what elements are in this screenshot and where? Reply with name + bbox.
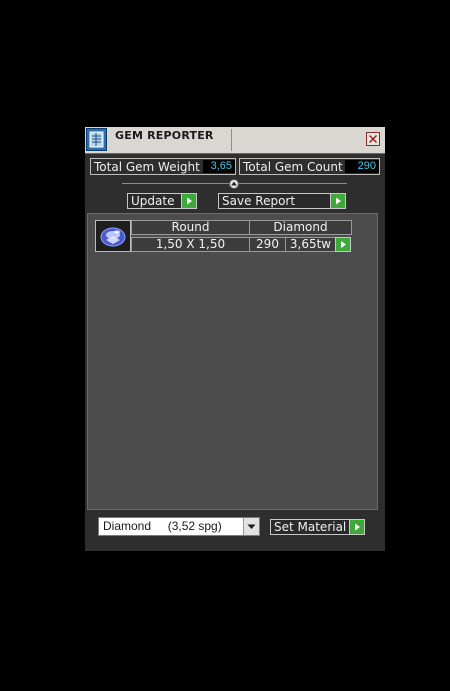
play-arrow-icon [181,194,196,208]
app-icon [86,128,107,151]
material-select-value: Diamond (3,52 spg) [103,519,222,533]
close-icon[interactable] [366,132,380,146]
update-button-label: Update [131,194,175,208]
gem-list[interactable] [87,213,378,510]
title-bar[interactable]: GEM REPORTER [85,127,385,154]
gem-size-cell: 1,50 X 1,50 [131,237,250,252]
title-divider [231,129,232,151]
gem-weight-cell: 3,65tw [285,237,336,252]
gem-row-select-button[interactable] [335,237,351,252]
set-material-button[interactable]: Set Material [270,519,365,535]
window-title: GEM REPORTER [115,129,214,142]
total-gem-count-label: Total Gem Count [243,160,343,174]
save-report-button[interactable]: Save Report [218,193,346,209]
total-gem-count-value: 290 [345,160,379,173]
material-select[interactable]: Diamond (3,52 spg) [98,517,260,536]
total-gem-weight-label: Total Gem Weight [94,160,200,174]
gem-count-cell: 290 [249,237,286,252]
update-button[interactable]: Update [127,193,197,209]
save-report-button-label: Save Report [222,194,296,208]
chevron-down-icon[interactable] [243,518,259,535]
collapse-up-icon[interactable] [229,179,239,189]
round-gem-icon [95,220,131,252]
gem-material-cell: Diamond [249,220,352,235]
gem-shape-cell: Round [131,220,250,235]
total-gem-weight-value: 3,65 [203,160,235,173]
gem-reporter-panel: GEM REPORTER Total Gem Weight 3,65 Total… [85,127,385,551]
total-gem-weight-field: Total Gem Weight 3,65 [90,158,236,175]
play-arrow-icon [341,241,346,248]
play-arrow-icon [330,194,345,208]
set-material-button-label: Set Material [274,520,347,534]
play-arrow-icon [349,520,364,534]
total-gem-count-field: Total Gem Count 290 [239,158,380,175]
